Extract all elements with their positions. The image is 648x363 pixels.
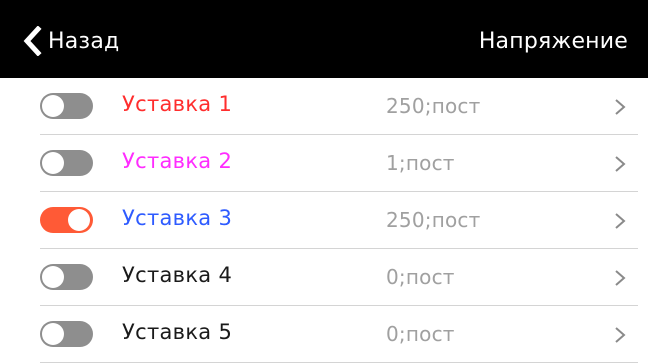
back-label: Назад [48, 28, 120, 54]
setpoint-value: 250;пост [386, 94, 481, 118]
chevron-right-icon [615, 270, 626, 286]
toggle-knob [68, 209, 90, 231]
list-item[interactable]: Уставка 2 1;пост [0, 135, 648, 192]
setpoint-label: Уставка 4 [122, 263, 233, 287]
setpoint-label: Уставка 1 [122, 92, 233, 116]
chevron-left-icon [23, 26, 42, 56]
setpoint-label: Уставка 2 [122, 149, 233, 173]
page-title: Напряжение [478, 29, 628, 54]
chevron-right-icon [615, 99, 626, 115]
chevron-right-icon [615, 327, 626, 343]
enable-toggle[interactable] [40, 207, 93, 233]
setpoint-list: Уставка 1 250;пост Уставка 2 1;пост Уста… [0, 78, 648, 363]
setpoint-value: 0;пост [386, 322, 455, 346]
toggle-knob [42, 323, 64, 345]
toggle-knob [42, 266, 64, 288]
setpoint-value: 0;пост [386, 265, 455, 289]
enable-toggle[interactable] [40, 150, 93, 176]
setpoint-label: Уставка 5 [122, 320, 233, 344]
chevron-right-icon [615, 213, 626, 229]
setpoint-value: 1;пост [386, 151, 455, 175]
setpoint-label: Уставка 3 [122, 206, 233, 230]
list-item[interactable]: Уставка 5 0;пост [0, 306, 648, 363]
list-item[interactable]: Уставка 3 250;пост [0, 192, 648, 249]
list-item[interactable]: Уставка 4 0;пост [0, 249, 648, 306]
toggle-knob [42, 95, 64, 117]
enable-toggle[interactable] [40, 321, 93, 347]
enable-toggle[interactable] [40, 93, 93, 119]
enable-toggle[interactable] [40, 264, 93, 290]
list-item[interactable]: Уставка 1 250;пост [0, 78, 648, 135]
toggle-knob [42, 152, 64, 174]
top-bar: Назад Напряжение [0, 0, 648, 78]
back-button[interactable]: Назад [22, 24, 119, 58]
chevron-right-icon [615, 156, 626, 172]
setpoint-value: 250;пост [386, 208, 481, 232]
